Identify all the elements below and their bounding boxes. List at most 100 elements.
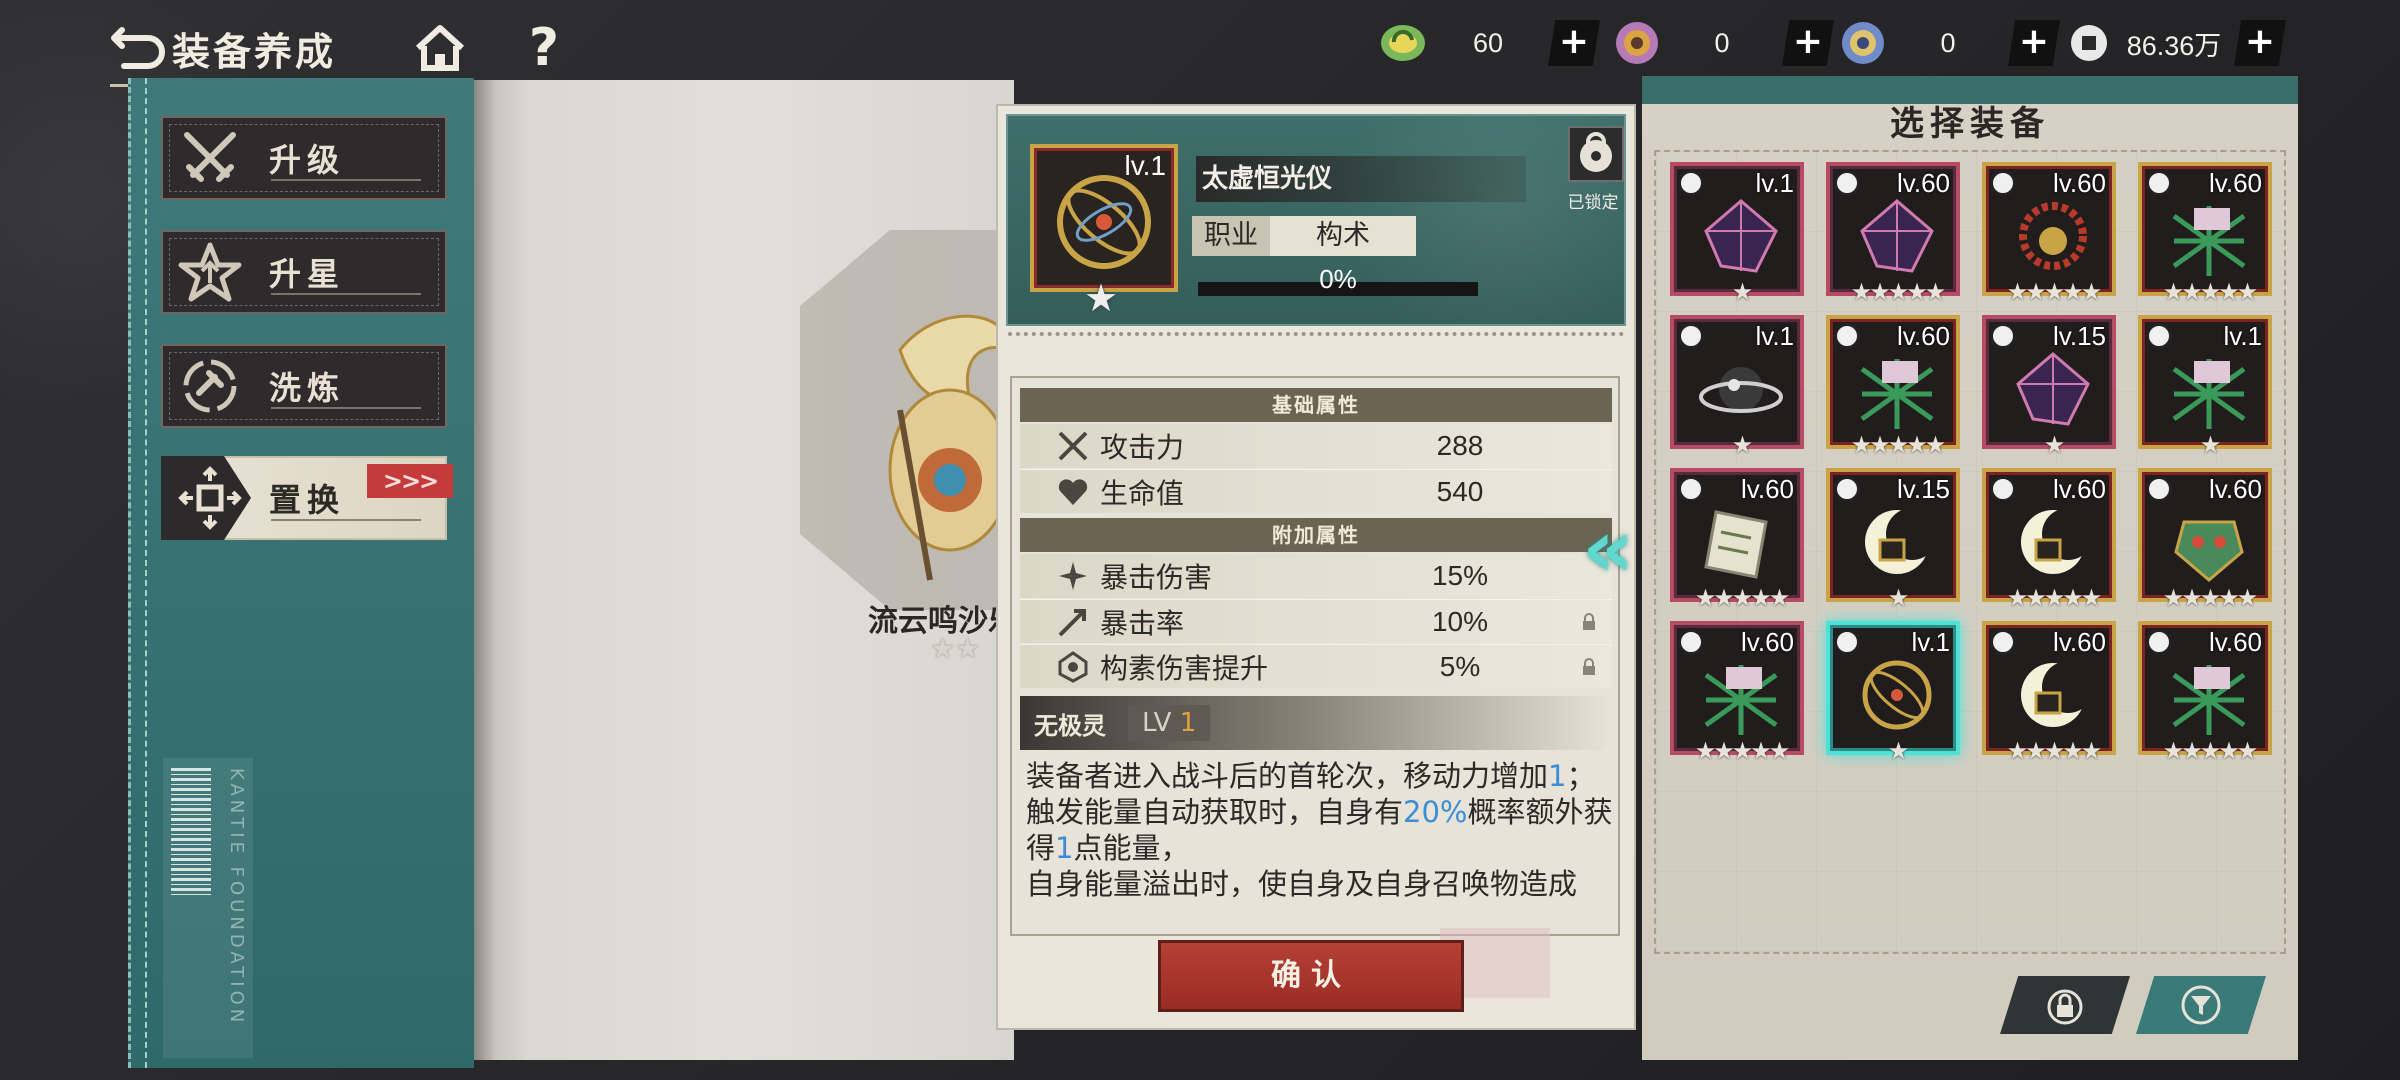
equipment-card[interactable]: lv.60 ★★★★★ (2138, 621, 2272, 765)
green-lattice-icon (2172, 665, 2246, 735)
equipment-card[interactable]: lv.1 ★ (1826, 621, 1960, 765)
menu-subline (271, 293, 421, 296)
bead-necklace-icon (2019, 202, 2087, 270)
extra-attributes-heading: 附加属性 (1020, 518, 1612, 552)
currency-green: 60 + (1378, 18, 1600, 68)
sidebar-item-upgrade[interactable]: 升级 (161, 116, 447, 200)
equipment-level: lv.60 (1897, 321, 1950, 351)
equipment-card[interactable]: lv.1 ★ (1670, 315, 1804, 459)
page-title: 装备养成 (172, 28, 337, 74)
skill-text: 点能量， (1073, 831, 1190, 865)
attribute-row-crit-damage: 暴击伤害 15% (1020, 554, 1612, 598)
crit-damage-icon (1059, 562, 1087, 590)
equipment-level: lv.1 (1911, 627, 1950, 657)
attribute-row-attack: 攻击力 288 (1020, 424, 1612, 468)
lock-icon[interactable] (1580, 657, 1598, 676)
sidebar-item-starup[interactable]: 升星 (161, 230, 447, 314)
equipment-type-icon (2146, 170, 2172, 196)
equipment-type-icon (1990, 476, 2016, 502)
crit-rate-icon (1058, 608, 1086, 636)
attribute-value: 540 (1436, 475, 1484, 507)
skill-level-prefix: LV (1142, 708, 1180, 738)
moon-orb-icon (1865, 508, 1938, 574)
equipment-card[interactable]: lv.60 ★★★★★ (1982, 162, 2116, 306)
equipment-card[interactable]: lv.1 ★ (1670, 162, 1804, 306)
filter-icon (2181, 985, 2221, 1025)
currency-value: 60 (1472, 27, 1504, 58)
equipment-card[interactable]: lv.60 ★★★★★ (2138, 162, 2272, 306)
panel-title: 选择装备 (1890, 104, 2050, 144)
equipment-type-icon (1834, 476, 1860, 502)
sidebar-item-refine[interactable]: 洗炼 (161, 344, 447, 428)
lock-button[interactable] (1568, 126, 1624, 182)
barcode-decoration: KANTIE FOUNDATION (163, 758, 253, 1058)
currency-silver: 86.36万 + (2064, 18, 2286, 68)
help-button[interactable]: ? (524, 18, 564, 78)
swap-icon (178, 466, 242, 530)
menu-subline (271, 179, 421, 182)
skill-description[interactable]: 装备者进入战斗后的首轮次，移动力增加1； 触发能量自动获取时，自身有20%概率额… (1026, 758, 1616, 902)
filter-button[interactable] (2136, 976, 2266, 1034)
equipment-card[interactable]: lv.60 ★★★★★ (1670, 621, 1804, 765)
equipment-level: lv.60 (2209, 627, 2262, 657)
equipment-card[interactable]: lv.60 ★★★★★ (1826, 315, 1960, 459)
job-value: 构术 (1270, 216, 1416, 256)
currency-value: 0 (1940, 27, 1956, 58)
equipment-level: lv.60 (2053, 474, 2106, 504)
equipment-type-icon (2146, 323, 2172, 349)
equipment-level: lv.60 (2053, 168, 2106, 198)
equipment-type-icon (1834, 629, 1860, 655)
currency-value: 86.36万 (2126, 30, 2222, 61)
skill-text: 装备者进入战斗后的首轮次，移动力增加 (1026, 759, 1549, 793)
equipment-level: lv.15 (1897, 474, 1950, 504)
job-label: 职业 (1192, 216, 1270, 256)
add-currency-button[interactable]: + (2008, 20, 2060, 66)
menu-subline (271, 407, 421, 410)
equipment-stars: ★★★★★ (1694, 737, 1791, 765)
home-icon[interactable] (414, 22, 466, 74)
add-currency-button[interactable]: + (1782, 20, 1834, 66)
equipment-card[interactable]: lv.1 ★ (2138, 315, 2272, 459)
equipment-stars: ★ (1731, 278, 1754, 306)
attribute-value: 10% (1431, 605, 1489, 637)
equipment-level: lv.60 (1741, 627, 1794, 657)
back-button[interactable]: 装备养成 (108, 8, 388, 88)
lock-icon (1580, 132, 1612, 172)
barcode-bars (171, 768, 211, 898)
skill-text: 自身能量溢出时，使自身及自身召唤物造成 (1026, 867, 1578, 901)
equipment-card[interactable]: lv.60 ★★★★★ (1826, 162, 1960, 306)
equipment-card[interactable]: lv.60 ★★★★★ (1982, 621, 2116, 765)
green-lattice-icon (1704, 665, 1778, 735)
add-currency-button[interactable]: + (2234, 20, 2286, 66)
equipment-type-icon (1678, 476, 1704, 502)
attribute-row-element-damage: 构素伤害提升 5% (1020, 644, 1612, 688)
purple-crystal-icon (1860, 199, 1934, 273)
equipment-card[interactable]: lv.15 ★ (1982, 315, 2116, 459)
attribute-value: 15% (1431, 560, 1489, 591)
equipment-card[interactable]: lv.15 ★ (1826, 468, 1960, 612)
skill-text: 触发能量自动获取时，自身有 (1026, 795, 1404, 829)
skill-value: 1 (1055, 831, 1074, 865)
sidebar-stripe (145, 78, 147, 1068)
lock-icon (2047, 989, 2083, 1025)
equipment-card[interactable]: lv.60 ★★★★★ (1982, 468, 2116, 612)
equipment-card[interactable]: lv.60 ★★★★★ (2138, 468, 2272, 612)
confirm-button[interactable]: 确认 (1158, 940, 1464, 1012)
currency-pink: 0 + (1612, 18, 1834, 68)
purple-crystal-icon (1704, 199, 1778, 273)
equipment-stars: ★★★★★ (1850, 431, 1947, 459)
add-currency-button[interactable]: + (1548, 20, 1600, 66)
equipment-level: lv.60 (2209, 168, 2262, 198)
astrolabe-icon (1057, 175, 1151, 269)
lock-filter-button[interactable] (2000, 976, 2130, 1034)
top-bar: 装备养成 ? 60 + 0 + 0 + 86.36万 + (0, 0, 2400, 87)
equipment-card[interactable]: lv.60 ★★★★★ (1670, 468, 1804, 612)
active-arrows-badge: >>> (367, 464, 453, 498)
lock-icon[interactable] (1580, 612, 1598, 631)
sidebar-item-swap[interactable]: 置换 >>> (161, 456, 453, 540)
equipment-detail-panel: lv.1 ★ 太虚恒光仪 职业 构术 0% 已锁定 基础属性 攻击力 288 生… (996, 104, 1636, 1030)
equipment-header: lv.1 ★ 太虚恒光仪 职业 构术 0% 已锁定 (1006, 114, 1626, 326)
equipment-stars: ★★★★★ (2162, 584, 2259, 612)
equipment-stars: ★★★★★ (1850, 278, 1947, 306)
equipment-level: lv.60 (1897, 168, 1950, 198)
